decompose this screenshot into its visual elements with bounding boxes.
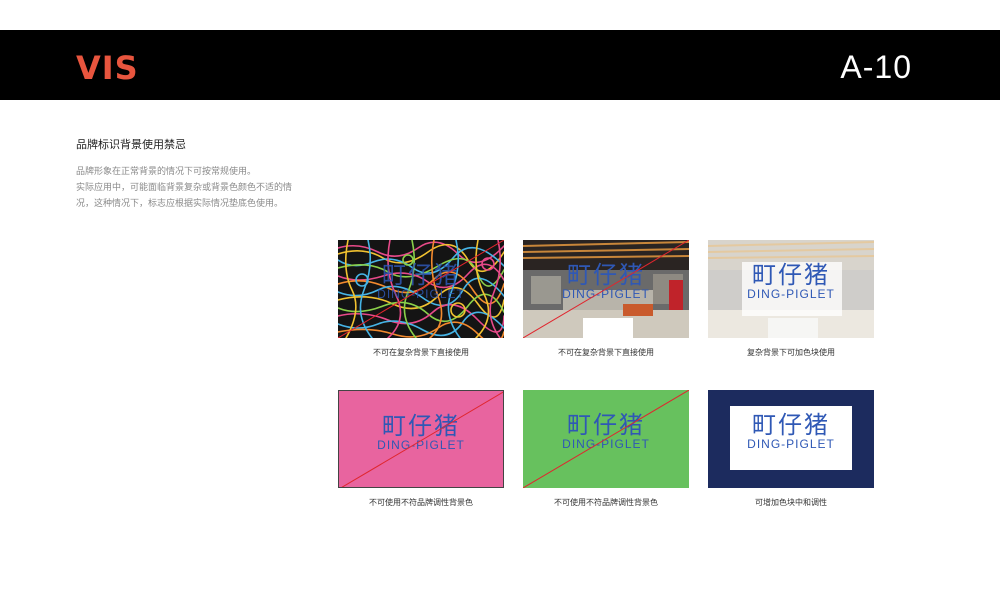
prohibited-strike-line xyxy=(341,391,503,487)
section-description: 品牌形象在正常背景的情况下可按常规使用。 实际应用中，可能面临背景复杂或背景色颜… xyxy=(76,164,326,212)
prohibited-strike-line xyxy=(523,240,689,338)
section-title: 品牌标识背景使用禁忌 xyxy=(76,138,186,151)
example-card-pink: 町仔猪 DING-PIGLET xyxy=(338,390,504,488)
brand-logo: 町仔猪 DING-PIGLET xyxy=(708,262,874,301)
description-line: 实际应用中，可能面临背景复杂或背景色颜色不适的情 xyxy=(76,183,293,193)
example-card-navy: 町仔猪 DING-PIGLET xyxy=(708,390,874,488)
example-card-complex-pattern: 町仔猪 DING-PIGLET xyxy=(338,240,504,338)
brand-title: VIS xyxy=(76,49,139,87)
page-code: A-10 xyxy=(840,49,912,85)
card-caption: 不可在复杂背景下直接使用 xyxy=(373,348,469,357)
card-caption: 可增加色块中和调性 xyxy=(755,498,827,507)
card-caption: 复杂背景下可加色块使用 xyxy=(747,348,835,357)
card-caption: 不可在复杂背景下直接使用 xyxy=(558,348,654,357)
example-card-store-photo-faded: 町仔猪 DING-PIGLET xyxy=(708,240,874,338)
prohibited-strike-line xyxy=(523,390,689,488)
example-card-green: 町仔猪 DING-PIGLET xyxy=(523,390,689,488)
logo-chinese-text: 町仔猪 xyxy=(752,261,830,289)
card-caption: 不可使用不符品牌调性背景色 xyxy=(369,498,473,507)
logo-english-text: DING-PIGLET xyxy=(747,287,835,301)
card-caption: 不可使用不符品牌调性背景色 xyxy=(554,498,658,507)
logo-english-text: DING-PIGLET xyxy=(747,437,835,451)
brand-logo: 町仔猪 DING-PIGLET xyxy=(708,412,874,451)
description-line: 况，这种情况下，标志应根据实际情况垫底色使用。 xyxy=(76,199,284,209)
prohibited-strike-line xyxy=(338,240,504,338)
description-line: 品牌形象在正常背景的情况下可按常规使用。 xyxy=(76,167,257,177)
example-card-store-photo: 町仔猪 DING-PIGLET xyxy=(523,240,689,338)
logo-chinese-text: 町仔猪 xyxy=(752,411,830,439)
